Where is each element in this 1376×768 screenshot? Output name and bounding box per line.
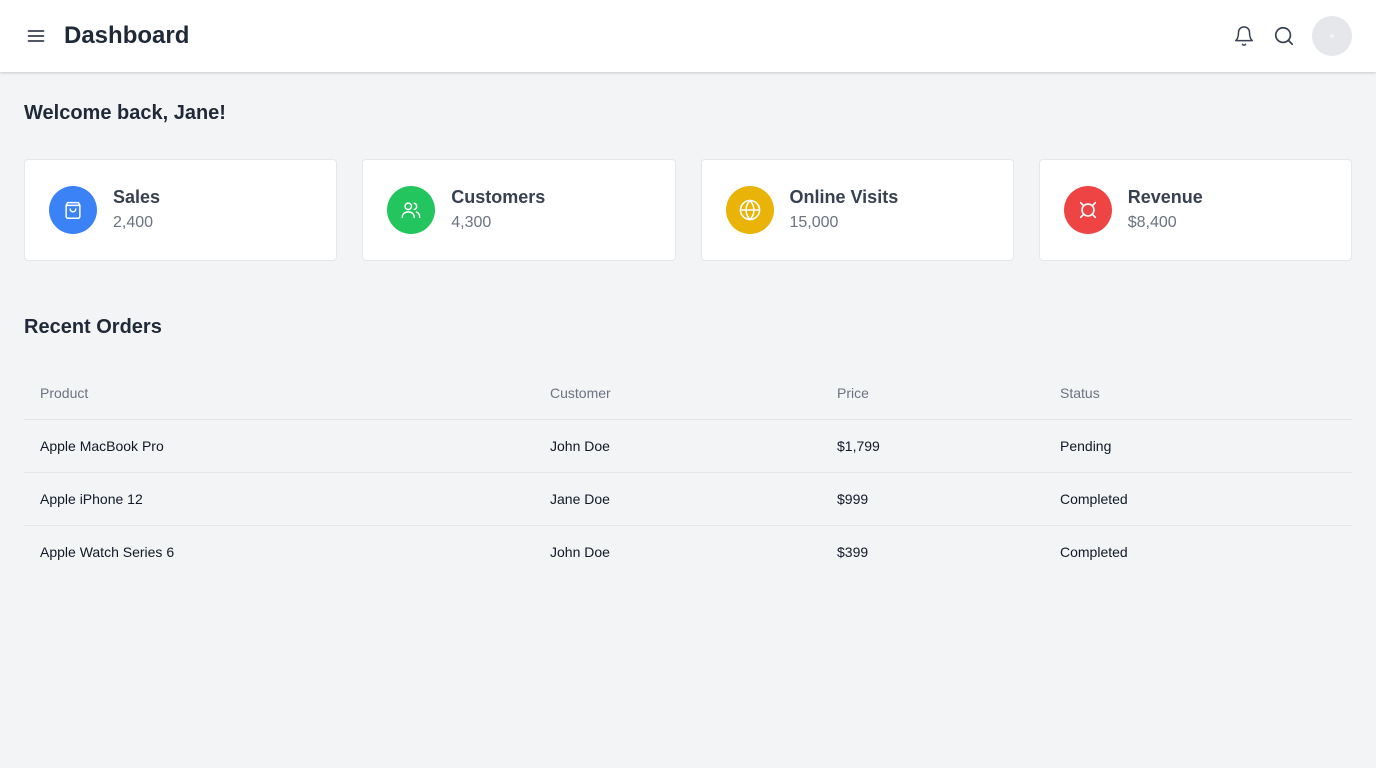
welcome-heading: Welcome back, Jane! [24, 102, 226, 124]
menu-icon[interactable] [24, 24, 48, 48]
orders-table: Product Customer Price Status Apple MacB… [24, 367, 1352, 578]
stat-label: Sales [113, 187, 161, 207]
stat-card-customers: Customers 4,300 [362, 159, 676, 261]
column-header-status[interactable]: Status [1044, 367, 1352, 420]
cell-product: Apple Watch Series 6 [24, 524, 534, 578]
header-actions [1216, 16, 1352, 56]
column-header-product[interactable]: Product [24, 367, 534, 420]
stat-value: 15,000 [789, 214, 839, 231]
shopping-bag-icon [49, 186, 97, 234]
table-header-row: Product Customer Price Status [24, 367, 1352, 420]
cell-price: $399 [821, 524, 1044, 578]
currency-icon [1063, 186, 1112, 234]
cell-customer: Jane Doe [534, 471, 821, 525]
globe-icon [725, 186, 774, 234]
stat-label: Customers [451, 187, 546, 207]
stat-card-sales: Sales 2,400 [24, 159, 338, 261]
cell-price: $999 [821, 471, 1044, 525]
stat-label: Online Visits [789, 187, 899, 207]
stat-value: 4,300 [451, 214, 492, 231]
cell-status: Completed [1044, 524, 1352, 578]
table-row[interactable]: Apple MacBook Pro John Doe $1,799 Pendin… [24, 419, 1352, 472]
cell-customer: John Doe [534, 524, 821, 578]
cell-price: $1,799 [837, 437, 880, 454]
table-row[interactable]: Apple iPhone 12 Jane Doe $999 Completed [24, 471, 1352, 525]
stat-value: 2,400 [113, 214, 154, 231]
stat-card-online-visits: Online Visits 15,000 [700, 159, 1014, 261]
page-title: Dashboard [64, 22, 190, 49]
cell-status: Completed [1044, 471, 1352, 525]
search-icon[interactable] [1272, 24, 1296, 48]
users-icon [387, 186, 436, 234]
table-row[interactable]: Apple Watch Series 6 John Doe $399 Compl… [24, 524, 1352, 578]
avatar[interactable] [1312, 16, 1352, 56]
stat-value: $8,400 [1127, 214, 1177, 231]
cell-product: Apple iPhone 12 [24, 471, 534, 525]
recent-orders-title: Recent Orders [24, 316, 162, 338]
bell-icon[interactable] [1232, 24, 1256, 48]
stat-label: Revenue [1127, 187, 1203, 207]
column-header-price[interactable]: Price [821, 367, 1044, 420]
cell-customer: John Doe [550, 437, 610, 454]
stat-card-revenue: Revenue $8,400 [1038, 159, 1352, 261]
cell-status: Pending [1060, 437, 1112, 454]
avatar-placeholder-icon [1330, 34, 1334, 38]
main-content: Welcome back, Jane! Sales 2,400 Customer… [0, 72, 1376, 602]
stats-row: Sales 2,400 Customers 4,300 Online Visit… [24, 159, 1352, 261]
top-bar: Dashboard [0, 0, 1376, 72]
cell-product: Apple MacBook Pro [40, 437, 164, 454]
column-header-customer[interactable]: Customer [534, 367, 821, 420]
